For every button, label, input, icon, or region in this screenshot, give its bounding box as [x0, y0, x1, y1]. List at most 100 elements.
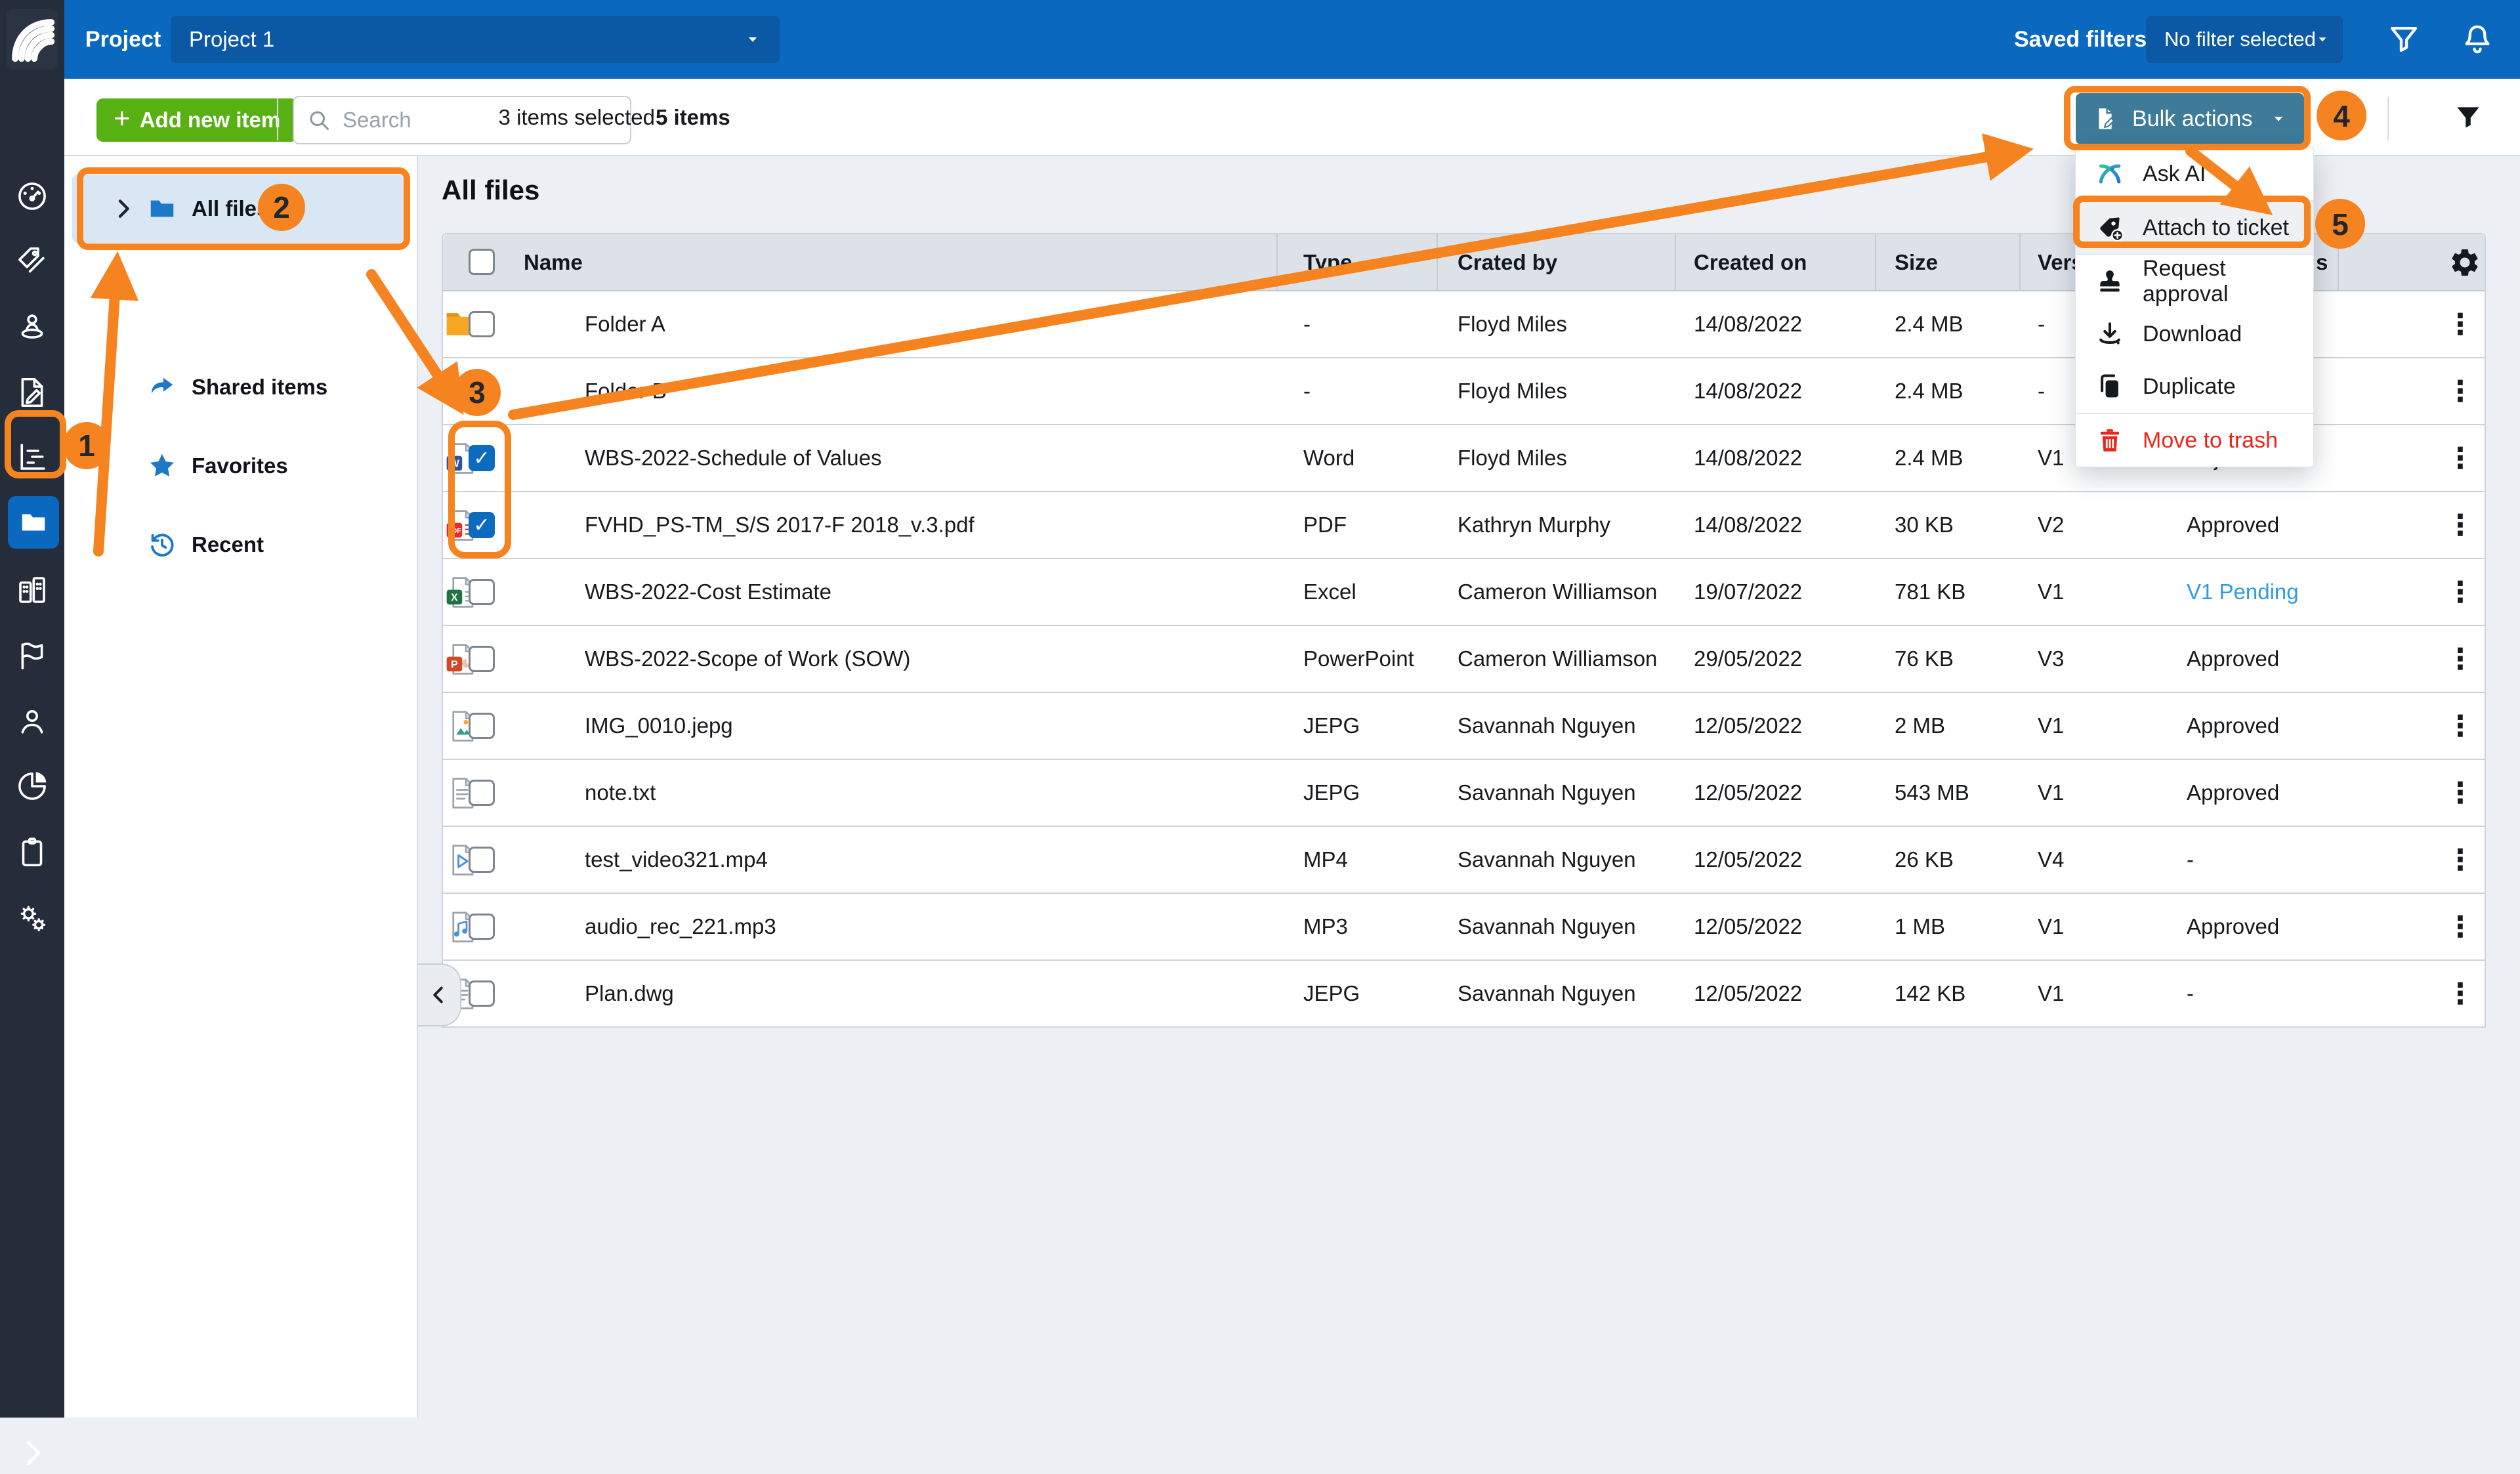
table-row: XWBS-2022-Cost EstimateExcelCameron Will… — [443, 559, 2485, 626]
row-checkbox[interactable] — [469, 847, 495, 873]
rail-gears-icon[interactable] — [14, 900, 50, 936]
column-divider — [1437, 234, 1438, 290]
row-checkbox[interactable]: ✓ — [469, 512, 495, 538]
bulk-actions-button[interactable]: Bulk actions — [2076, 93, 2304, 144]
rail-dashboard-icon[interactable] — [14, 179, 50, 214]
row-checkbox[interactable]: ✓ — [469, 445, 495, 471]
file-type: - — [1303, 358, 1311, 424]
saved-filter-select[interactable]: No filter selected — [2146, 16, 2343, 63]
file-size: 543 MB — [1895, 760, 1969, 826]
app-logo[interactable] — [0, 0, 64, 79]
menu-item-attach-to-ticket[interactable]: Attach to ticket — [2076, 201, 2313, 254]
column-header-crated-by[interactable]: Crated by — [1458, 234, 1557, 290]
file-name[interactable]: note.txt — [585, 760, 656, 826]
row-kebab-menu-icon[interactable]: ⋮ — [2441, 961, 2480, 1026]
column-header-size[interactable]: Size — [1895, 234, 1938, 290]
menu-item-move-to-trash[interactable]: Move to trash — [2076, 414, 2313, 467]
column-header-name[interactable]: Name — [524, 234, 583, 290]
duplicate-icon — [2095, 372, 2124, 401]
file-version: V1 — [2038, 961, 2064, 1026]
menu-item-download[interactable]: Download — [2076, 308, 2313, 360]
logo-icon — [7, 9, 58, 70]
svg-text:W: W — [450, 459, 459, 470]
column-header-created-on[interactable]: Created on — [1694, 234, 1807, 290]
menu-item-duplicate[interactable]: Duplicate — [2076, 360, 2313, 413]
file-version: V1 — [2038, 559, 2064, 625]
menu-item-label: Download — [2143, 322, 2242, 347]
rail-tags-icon[interactable] — [14, 244, 50, 280]
rail-gantt-chart-icon[interactable] — [14, 439, 50, 474]
row-checkbox[interactable] — [469, 780, 495, 806]
rail-document-edit-icon[interactable] — [14, 375, 50, 410]
menu-item-request-approval[interactable]: Request approval — [2076, 255, 2313, 308]
file-name[interactable]: WBS-2022-Cost Estimate — [585, 559, 831, 625]
file-type: JEPG — [1303, 961, 1360, 1026]
row-checkbox[interactable] — [469, 713, 495, 739]
gear-icon[interactable] — [2448, 246, 2481, 279]
bell-icon[interactable] — [2460, 22, 2495, 57]
file-name[interactable]: WBS-2022-Schedule of Values — [585, 425, 881, 491]
project-select[interactable]: Project 1 — [171, 16, 780, 63]
table-row: ✓PDFFVHD_PS-TM_S/S 2017-F 2018_v.3.pdfPD… — [443, 492, 2485, 559]
file-name[interactable]: Folder B — [585, 358, 667, 424]
file-created-by: Savannah Nguyen — [1458, 760, 1636, 826]
select-all-checkbox[interactable] — [469, 249, 495, 275]
file-size: 142 KB — [1895, 961, 1965, 1026]
rail-person-pin-icon[interactable] — [14, 308, 50, 344]
filter-funnel-icon[interactable] — [2386, 22, 2422, 57]
row-checkbox[interactable] — [469, 378, 495, 404]
sidebar-item-label: Shared items — [192, 375, 327, 400]
rail-buildings-icon[interactable] — [14, 572, 50, 608]
rail-person-icon[interactable] — [14, 704, 50, 740]
rail-expand-chevron-icon[interactable] — [14, 1435, 50, 1471]
menu-item-label: Duplicate — [2143, 374, 2236, 400]
column-header-type[interactable]: Type — [1303, 234, 1353, 290]
file-name[interactable]: test_video321.mp4 — [585, 827, 768, 893]
menu-item-ask-ai[interactable]: Ask AI — [2076, 148, 2313, 200]
file-name[interactable]: FVHD_PS-TM_S/S 2017-F 2018_v.3.pdf — [585, 492, 975, 558]
toolbar: + Add new item 5 items 3 items selected … — [64, 79, 2520, 156]
file-name[interactable]: IMG_0010.jepg — [585, 693, 733, 759]
sidebar-item-all-files[interactable]: All files — [72, 175, 404, 243]
filter-funnel-filled-icon[interactable] — [2452, 101, 2485, 134]
row-checkbox[interactable] — [469, 914, 495, 940]
rail-files-item-active[interactable] — [8, 496, 59, 549]
sidebar-item-shared-items[interactable]: Shared items — [72, 353, 404, 421]
row-kebab-menu-icon[interactable]: ⋮ — [2441, 760, 2480, 826]
row-kebab-menu-icon[interactable]: ⋮ — [2441, 425, 2480, 491]
row-kebab-menu-icon[interactable]: ⋮ — [2441, 693, 2480, 759]
rail-pie-chart-icon[interactable] — [14, 769, 50, 804]
row-kebab-menu-icon[interactable]: ⋮ — [2441, 492, 2480, 558]
rail-clipboard-icon[interactable] — [14, 834, 50, 870]
ask-ai-icon — [2095, 159, 2124, 188]
add-new-item-button[interactable]: + Add new item — [96, 98, 297, 142]
row-kebab-menu-icon[interactable]: ⋮ — [2441, 559, 2480, 625]
menu-item-label: Ask AI — [2143, 161, 2206, 187]
file-name[interactable]: Folder A — [585, 291, 665, 357]
folder-icon — [147, 194, 177, 224]
row-kebab-menu-icon[interactable]: ⋮ — [2441, 827, 2480, 893]
sidebar-collapse-handle[interactable] — [418, 963, 461, 1026]
file-created-on: 12/05/2022 — [1694, 961, 1802, 1026]
top-bar: Project Project 1 Saved filters No filte… — [0, 0, 2520, 79]
file-name[interactable]: audio_rec_221.mp3 — [585, 894, 776, 959]
row-kebab-menu-icon[interactable]: ⋮ — [2441, 358, 2480, 424]
row-checkbox[interactable] — [469, 579, 495, 605]
row-checkbox[interactable] — [469, 980, 495, 1007]
sidebar-item-recent[interactable]: Recent — [72, 511, 404, 579]
row-kebab-menu-icon[interactable]: ⋮ — [2441, 291, 2480, 357]
file-name[interactable]: WBS-2022-Scope of Work (SOW) — [585, 626, 910, 692]
sidebar-item-favorites[interactable]: Favorites — [72, 432, 404, 500]
file-created-on: 12/05/2022 — [1694, 894, 1802, 959]
file-status[interactable]: V1 Pending — [2187, 559, 2299, 625]
row-kebab-menu-icon[interactable]: ⋮ — [2441, 894, 2480, 959]
file-status: Approved — [2187, 693, 2279, 759]
file-name[interactable]: Plan.dwg — [585, 961, 674, 1026]
svg-text:X: X — [451, 593, 458, 604]
row-checkbox[interactable] — [469, 646, 495, 672]
row-checkbox[interactable] — [469, 311, 495, 337]
row-kebab-menu-icon[interactable]: ⋮ — [2441, 626, 2480, 692]
file-type: PDF — [1303, 492, 1347, 558]
rail-flag-icon[interactable] — [14, 638, 50, 673]
download-icon — [2095, 320, 2124, 348]
